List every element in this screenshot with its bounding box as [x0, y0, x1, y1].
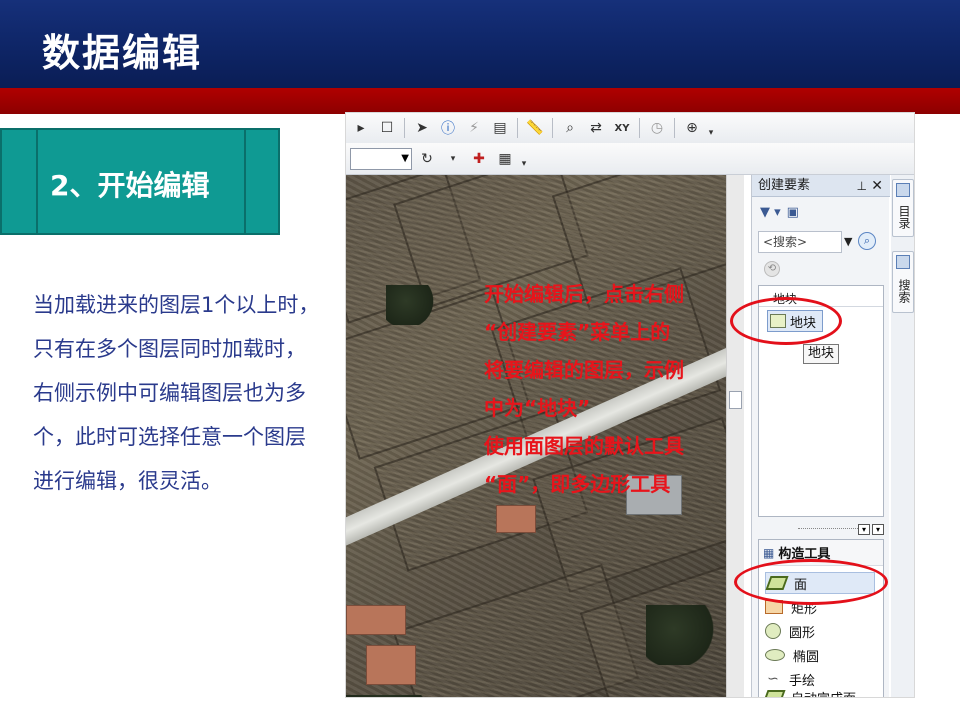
annotation-line: 开始编辑后，点击右侧	[484, 282, 684, 306]
catalog-tab-label: 目录	[897, 205, 911, 229]
rotate-icon[interactable]: ↻	[416, 148, 438, 170]
toolbar-overflow-icon[interactable]: ▾	[520, 149, 528, 169]
html-popup-icon[interactable]: ▤	[489, 117, 511, 139]
dock-side-tabs: 目录 搜索	[891, 175, 914, 697]
search-tab-label: 搜索	[897, 279, 911, 303]
toolbar-separator	[552, 118, 553, 138]
highlight-ring-polygon-tool	[734, 559, 888, 605]
editor-toolbar-bottom: ▼ ↻ ▾ ✚ ▦ ▾	[346, 143, 914, 175]
toolbar-overflow-icon[interactable]: ▾	[707, 118, 715, 138]
tool-ellipse[interactable]: 椭圆	[765, 644, 819, 666]
edit-vertices-icon[interactable]: ✚	[468, 148, 490, 170]
clear-filter-icon[interactable]: ⟲	[764, 261, 780, 277]
goto-xy-icon[interactable]: XY	[611, 117, 633, 139]
header-red-bar	[0, 88, 960, 114]
tool-label: 圆形	[789, 625, 816, 641]
tree-cluster	[646, 605, 716, 665]
construction-tools-icon: ▦	[763, 545, 775, 560]
step-divider-left	[36, 130, 38, 233]
search-icon[interactable]: ⌕	[858, 232, 876, 250]
step-divider-right	[244, 130, 246, 233]
tool-freehand[interactable]: ∽ 手绘	[765, 668, 815, 690]
arcmap-screenshot: ▸ ☐ ➤ ⓘ ⚡ ▤ 📏 ⌕ ⇄ XY ◷ ⊕ ▾ ▼ ↻ ▾ ✚ ▦ ▾ 开…	[345, 112, 915, 698]
route-icon[interactable]: ⇄	[585, 117, 607, 139]
toolbar-separator	[517, 118, 518, 138]
tree-cluster	[346, 695, 436, 697]
panel-splitter[interactable]: ▾ ▾	[758, 523, 884, 537]
building-roof	[366, 645, 416, 685]
slide-header: 数据编辑	[0, 0, 960, 88]
dropdown-arrow-icon[interactable]: ▾	[442, 148, 464, 170]
time-slider-icon[interactable]: ◷	[646, 117, 668, 139]
search-window-icon	[896, 255, 910, 269]
find-binoculars-icon[interactable]: ⌕	[559, 117, 581, 139]
scrollbar-thumb[interactable]	[729, 391, 742, 409]
editor-toolbar-top: ▸ ☐ ➤ ⓘ ⚡ ▤ 📏 ⌕ ⇄ XY ◷ ⊕ ▾	[346, 113, 914, 143]
toolbar-separator	[674, 118, 675, 138]
map-vertical-scrollbar[interactable]	[726, 175, 744, 697]
annotation-line: 中为“地块”	[484, 396, 591, 420]
annotation-line: 将要编辑的图层，示例	[484, 358, 684, 382]
circle-icon	[765, 623, 781, 639]
collapse-icon[interactable]: ▾	[858, 524, 870, 535]
template-search-input[interactable]: <搜索>	[758, 231, 842, 253]
hyperlink-bolt-icon[interactable]: ⚡	[463, 117, 485, 139]
building-roof	[496, 505, 536, 533]
tool-label: 手绘	[789, 673, 816, 689]
toolbar-separator	[404, 118, 405, 138]
map-view[interactable]: 开始编辑后，点击右侧 “创建要素”菜单上的 将要编辑的图层，示例 中为“地块” …	[346, 175, 726, 697]
panel-title: 创建要素	[752, 175, 890, 197]
select-arrow-icon[interactable]: ➤	[411, 117, 433, 139]
tool-autocomplete-polygon[interactable]: 自动完成面	[765, 690, 856, 698]
highlight-ring-template	[730, 297, 842, 345]
template-properties-icon[interactable]: ▣	[787, 205, 799, 220]
tool-label: 椭圆	[793, 649, 820, 665]
panel-toolbar: ▼ ▾ ▣	[760, 205, 799, 220]
collapse-icon[interactable]: ▾	[872, 524, 884, 535]
step-label: 2、开始编辑	[50, 169, 210, 202]
tool-label: 自动完成面	[791, 690, 856, 698]
annotation-line: “创建要素”菜单上的	[484, 320, 671, 344]
template-tooltip: 地块	[803, 344, 840, 364]
create-features-panel: 创建要素 ⊥ ✕ ▼ ▾ ▣ <搜索> ▼ ⌕ ⟲ 地块 地块 地块 ▾ ▾ ▦	[751, 175, 890, 698]
ellipse-icon	[765, 649, 785, 661]
layer-combo[interactable]: ▼	[350, 147, 412, 170]
description-text: 当加载进来的图层1个以上时，只有在多个图层同时加载时，右侧示例中可编辑图层也为多…	[33, 293, 320, 493]
sketch-box-icon[interactable]: ☐	[376, 117, 398, 139]
measure-icon[interactable]: 📏	[524, 117, 546, 139]
attributes-table-icon[interactable]: ▦	[494, 148, 516, 170]
tree-cluster	[386, 285, 436, 325]
freehand-icon: ∽	[767, 671, 779, 687]
autocomplete-polygon-icon	[765, 690, 786, 697]
close-icon[interactable]: ✕	[871, 175, 883, 197]
identify-icon[interactable]: ⓘ	[437, 117, 459, 139]
search-tab[interactable]: 搜索	[892, 251, 914, 313]
building-roof	[346, 605, 406, 635]
tool-circle[interactable]: 圆形	[765, 620, 815, 642]
organize-templates-icon[interactable]: ▼ ▾	[760, 205, 781, 220]
magnifier-window-icon[interactable]: ⊕	[681, 117, 703, 139]
splitter-grip	[798, 528, 858, 530]
annotation-line: “面”，即多边形工具	[484, 472, 671, 496]
annotation-line: 使用面图层的默认工具	[484, 434, 684, 458]
search-dropdown-icon[interactable]: ▼	[844, 231, 852, 253]
pin-icon[interactable]: ⊥	[857, 175, 867, 197]
slide-title: 数据编辑	[42, 31, 203, 75]
dropdown-arrow-icon[interactable]: ▸	[350, 117, 372, 139]
catalog-icon	[896, 183, 910, 197]
step-box: 2、开始编辑	[0, 128, 280, 235]
catalog-tab[interactable]: 目录	[892, 179, 914, 237]
toolbar-separator	[639, 118, 640, 138]
